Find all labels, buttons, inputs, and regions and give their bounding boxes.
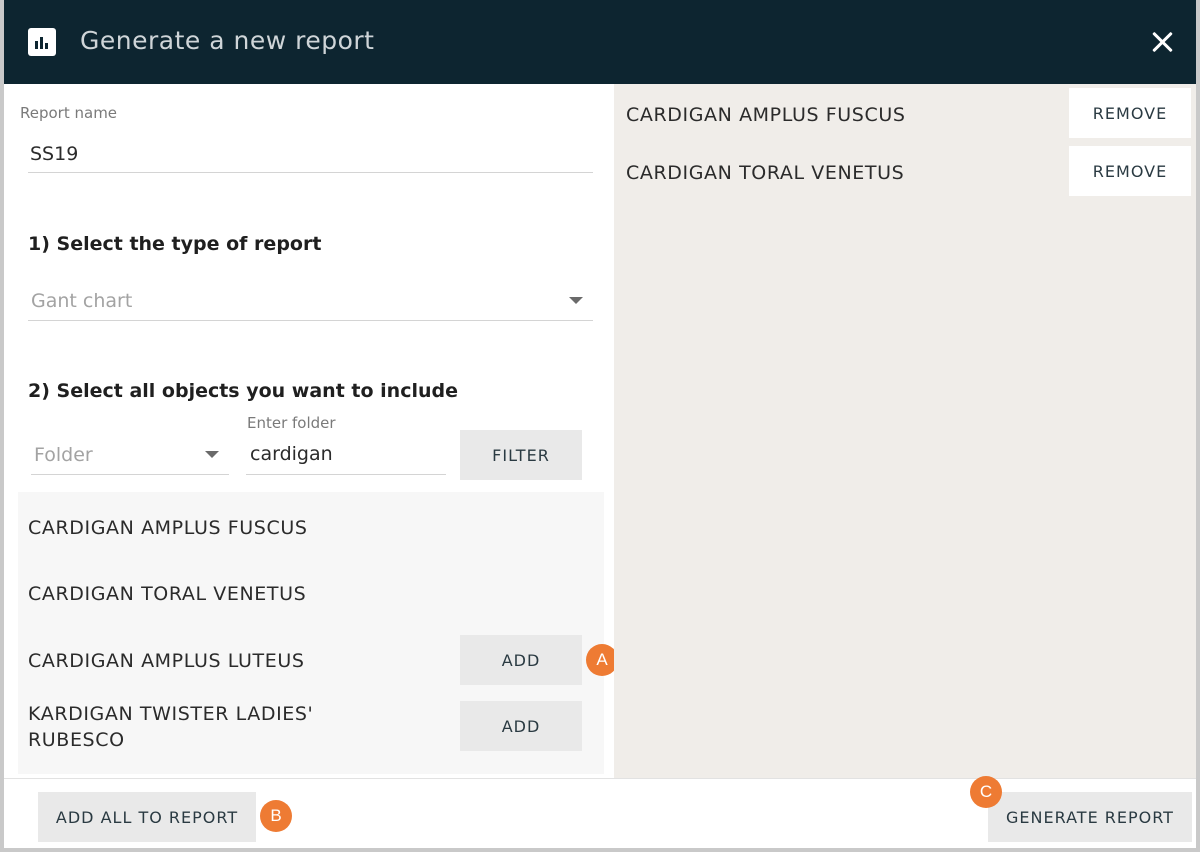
dialog-footer: ADD ALL TO REPORT B GENERATE REPORT — [4, 778, 1196, 848]
add-button[interactable]: ADD — [460, 635, 582, 685]
chevron-down-icon[interactable] — [569, 297, 583, 304]
selected-item: CARDIGAN TORAL VENETUS — [626, 162, 905, 184]
selected-item: CARDIGAN AMPLUS FUSCUS — [626, 104, 906, 126]
folder-input-underline — [246, 474, 446, 475]
selected-items-panel: CARDIGAN AMPLUS FUSCUS REMOVE CARDIGAN T… — [614, 84, 1196, 778]
folder-select-underline — [31, 474, 229, 475]
report-name-underline — [28, 172, 593, 173]
list-item: KARDIGAN TWISTER LADIES' RUBESCO — [28, 703, 314, 751]
folder-select[interactable]: Folder — [34, 444, 93, 466]
remove-button[interactable]: REMOVE — [1069, 88, 1191, 138]
remove-button[interactable]: REMOVE — [1069, 146, 1191, 196]
folder-input-label: Enter folder — [247, 414, 336, 432]
generate-report-dialog: Generate a new report Report name SS19 1… — [0, 0, 1200, 852]
close-icon[interactable] — [1150, 29, 1176, 55]
annotation-badge-b: B — [260, 800, 292, 832]
generate-report-button[interactable]: GENERATE REPORT — [988, 792, 1192, 842]
add-all-to-report-button[interactable]: ADD ALL TO REPORT — [38, 792, 256, 842]
bar-chart-icon — [28, 28, 56, 56]
step2-title: 2) Select all objects you want to includ… — [28, 380, 458, 402]
list-item: CARDIGAN AMPLUS FUSCUS — [28, 517, 308, 539]
folder-input[interactable]: cardigan — [250, 443, 333, 465]
add-button[interactable]: ADD — [460, 701, 582, 751]
annotation-badge-c: C — [970, 776, 1002, 808]
filter-button[interactable]: FILTER — [460, 430, 582, 480]
dialog-title: Generate a new report — [80, 26, 375, 55]
report-name-input[interactable]: SS19 — [30, 143, 78, 165]
report-form-panel: Report name SS19 1) Select the type of r… — [4, 84, 618, 778]
report-type-underline — [28, 320, 593, 321]
step1-title: 1) Select the type of report — [28, 233, 322, 255]
dialog-header: Generate a new report — [4, 0, 1196, 84]
available-items-list: CARDIGAN AMPLUS FUSCUS CARDIGAN TORAL VE… — [18, 492, 604, 774]
report-name-label: Report name — [20, 104, 118, 122]
chevron-down-icon[interactable] — [205, 451, 219, 458]
report-type-select[interactable]: Gant chart — [31, 290, 132, 312]
list-item: CARDIGAN TORAL VENETUS — [28, 583, 307, 605]
list-item: CARDIGAN AMPLUS LUTEUS — [28, 650, 305, 672]
